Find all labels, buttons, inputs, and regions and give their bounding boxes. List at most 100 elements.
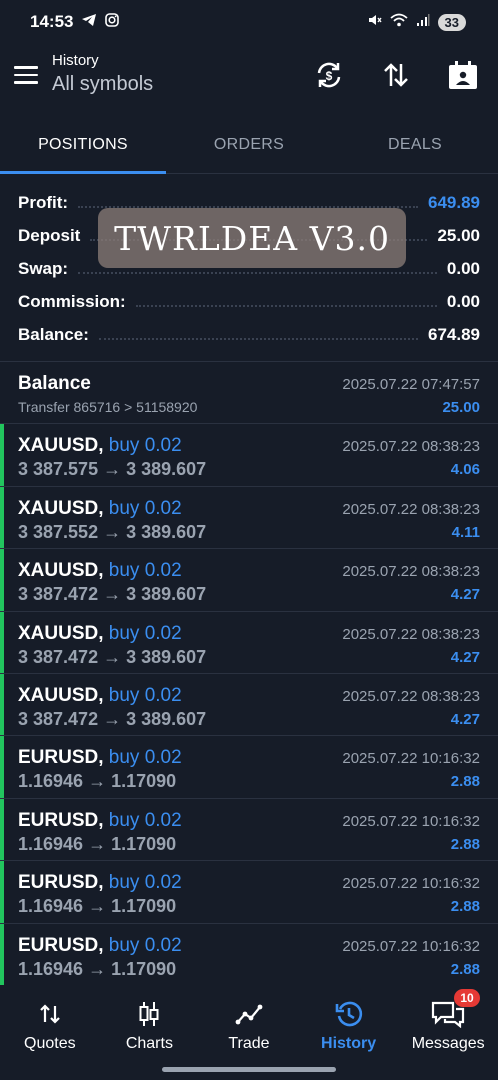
unread-badge: 10 [454, 989, 480, 1007]
nav-quotes[interactable]: Quotes [0, 985, 100, 1080]
clock: 14:53 [30, 12, 74, 31]
dotted-leader [78, 271, 437, 274]
svg-text:$: $ [326, 69, 333, 83]
summary-label: Commission: [18, 291, 126, 311]
profit-value: 4.11 [451, 523, 480, 541]
telegram-icon [81, 12, 97, 32]
symbol: XAUUSD, [18, 435, 104, 457]
bottom-nav: Quotes Charts Trade History Messages 10 [0, 985, 498, 1080]
entry-time: 2025.07.22 10:16:32 [342, 750, 480, 768]
price-range: 3 387.472 → 3 389.607 [18, 708, 207, 729]
nav-label: Quotes [24, 1035, 76, 1052]
dotted-leader [135, 304, 437, 307]
symbol: XAUUSD, [18, 684, 104, 706]
entry-time: 2025.07.22 08:38:23 [342, 438, 480, 456]
summary-label: Swap: [18, 258, 69, 278]
nav-messages[interactable]: Messages 10 [398, 985, 498, 1080]
symbol: XAUUSD, [18, 622, 104, 644]
app-header: History All symbols $ [0, 44, 498, 114]
profit-value: 4.06 [450, 461, 480, 479]
symbol: EURUSD, [18, 747, 104, 769]
header-titles[interactable]: History All symbols [52, 52, 153, 96]
price-range: 1.16946 → 1.17090 [18, 958, 177, 979]
currency-exchange-icon[interactable]: $ [312, 58, 346, 92]
balance-entry-title: Balance [18, 373, 91, 394]
nav-label: Trade [228, 1035, 270, 1052]
nav-label: Messages [411, 1035, 485, 1052]
summary-label: Balance: [18, 324, 89, 344]
menu-icon[interactable] [14, 66, 38, 84]
symbol: XAUUSD, [18, 560, 104, 582]
entry-time: 2025.07.22 10:16:32 [342, 875, 480, 893]
entry-time: 2025.07.22 08:38:23 [342, 625, 480, 643]
table-row[interactable]: XAUUSD, buy 0.02 3 387.472 → 3 389.607 202… [0, 611, 498, 674]
summary-label: Profit: [18, 192, 69, 212]
profit-value: 4.27 [450, 710, 480, 728]
table-row[interactable]: EURUSD, buy 0.02 1.16946 → 1.17090 2025.07… [0, 861, 498, 924]
trade-side: buy 0.02 [108, 872, 182, 894]
symbol: EURUSD, [18, 934, 104, 956]
table-row[interactable]: EURUSD, buy 0.02 1.16946 → 1.17090 2025.07… [0, 736, 498, 799]
quotes-icon [38, 999, 62, 1029]
symbol-filter[interactable]: All symbols [52, 73, 153, 96]
table-row[interactable]: EURUSD, buy 0.02 1.16946 → 1.17090 2025.07… [0, 923, 498, 986]
trade-icon [235, 999, 263, 1029]
position-title: XAUUSD, buy 0.02 [18, 498, 182, 520]
tab-deals[interactable]: DEALS [332, 116, 498, 173]
table-row[interactable]: XAUUSD, buy 0.02 3 387.552 → 3 389.607 202… [0, 486, 498, 550]
position-title: EURUSD, buy 0.02 [18, 810, 182, 832]
position-title: EURUSD, buy 0.02 [18, 935, 182, 957]
swap-value: 0.00 [446, 258, 480, 278]
entry-time: 2025.07.22 07:47:57 [342, 376, 480, 393]
price-range: 1.16946 → 1.17090 [18, 896, 177, 917]
table-row[interactable]: XAUUSD, buy 0.02 3 387.575 → 3 389.607 202… [0, 424, 498, 487]
summary-label: Deposit [18, 225, 81, 245]
history-list: Balance Transfer 865716 > 51158920 2025.… [0, 361, 498, 986]
summary-commission: Commission: 0.00 [0, 285, 498, 318]
battery-indicator: 33 [437, 13, 466, 31]
table-row[interactable]: XAUUSD, buy 0.02 3 387.472 → 3 389.607 202… [0, 673, 498, 737]
profit-value: 4.27 [450, 586, 480, 604]
commission-value: 0.00 [446, 291, 480, 311]
nav-history[interactable]: History [299, 985, 399, 1080]
balance-value: 674.89 [428, 324, 480, 344]
trade-side: buy 0.02 [108, 747, 182, 769]
trade-side: buy 0.02 [108, 560, 182, 582]
price-range: 1.16946 → 1.17090 [18, 833, 177, 854]
table-row[interactable]: EURUSD, buy 0.02 1.16946 → 1.17090 2025.07… [0, 798, 498, 862]
price-range: 1.16946 → 1.17090 [18, 771, 177, 792]
entry-time: 2025.07.22 08:38:23 [342, 500, 480, 518]
profit-value: 2.88 [450, 960, 480, 978]
summary-balance: Balance: 674.89 [0, 318, 498, 351]
list-item[interactable]: Balance Transfer 865716 > 51158920 2025.… [0, 362, 498, 425]
entry-value: 25.00 [442, 399, 480, 416]
trade-side: buy 0.02 [108, 435, 182, 457]
mute-icon [368, 13, 382, 31]
tab-positions[interactable]: POSITIONS [0, 116, 166, 174]
balance-entry-detail: Transfer 865716 > 51158920 [18, 399, 198, 415]
status-bar: 14:53 33 [0, 0, 498, 44]
tab-orders[interactable]: ORDERS [166, 116, 332, 173]
trade-side: buy 0.02 [108, 809, 182, 831]
trade-side: buy 0.02 [108, 497, 182, 519]
table-row[interactable]: XAUUSD, buy 0.02 3 387.472 → 3 389.607 202… [0, 549, 498, 612]
symbol: EURUSD, [18, 809, 104, 831]
trade-side: buy 0.02 [108, 622, 182, 644]
entry-time: 2025.07.22 08:38:23 [342, 687, 480, 705]
entry-time: 2025.07.22 10:16:32 [342, 812, 480, 830]
header-subtitle: History [52, 52, 99, 69]
trade-side: buy 0.02 [108, 684, 182, 706]
price-range: 3 387.575 → 3 389.607 [18, 459, 207, 480]
symbol: EURUSD, [18, 872, 104, 894]
position-title: EURUSD, buy 0.02 [18, 747, 182, 769]
profit-value: 649.89 [428, 192, 480, 212]
entry-time: 2025.07.22 08:38:23 [342, 563, 480, 581]
nav-trade[interactable]: Trade [199, 985, 299, 1080]
symbol: XAUUSD, [18, 497, 104, 519]
tab-bar: POSITIONS ORDERS DEALS [0, 116, 498, 174]
history-icon [335, 999, 363, 1029]
sort-icon[interactable] [379, 58, 413, 92]
calendar-icon[interactable] [446, 58, 480, 92]
home-indicator[interactable] [162, 1067, 336, 1072]
nav-charts[interactable]: Charts [100, 985, 200, 1080]
